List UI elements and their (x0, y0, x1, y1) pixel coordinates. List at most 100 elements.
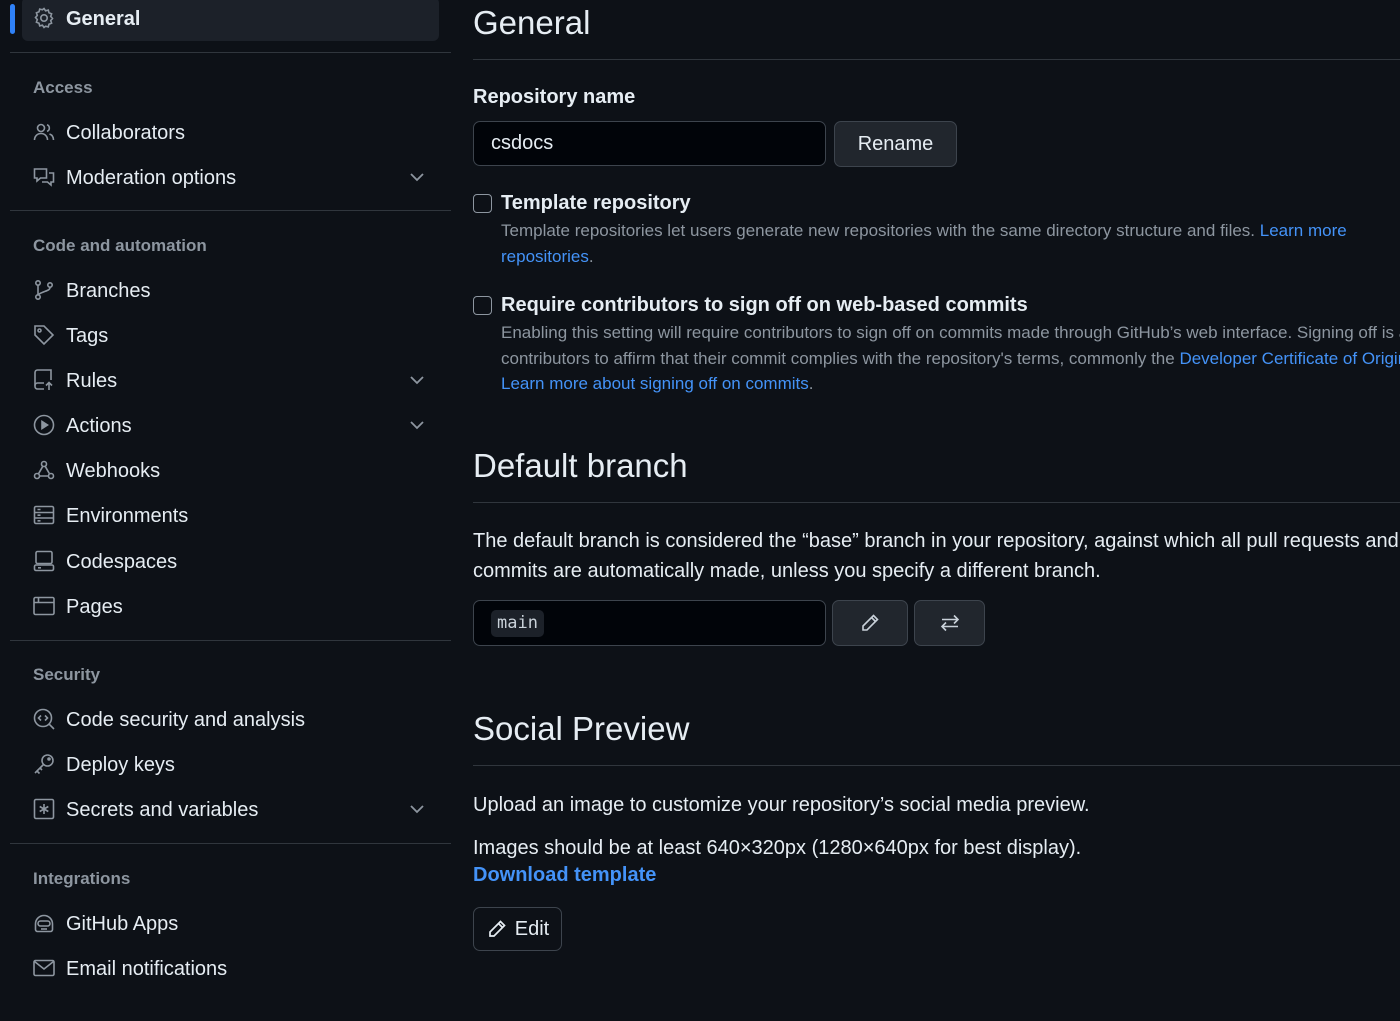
sidebar-item-collaborators[interactable]: Collaborators (22, 111, 439, 155)
template-repository-description: Template repositories let users generate… (501, 218, 1400, 269)
repo-push-icon (32, 368, 56, 392)
section-divider (473, 59, 1400, 60)
signoff-description: Enabling this setting will require contr… (501, 320, 1400, 397)
sidebar-item-general[interactable]: General (22, 0, 439, 41)
browser-icon (32, 594, 56, 618)
sidebar-divider (10, 52, 451, 53)
switch-branch-button[interactable] (914, 600, 985, 646)
template-repository-checkbox[interactable] (473, 194, 492, 213)
edit-button-label: Edit (514, 917, 550, 940)
description-text: Template repositories let users generate… (501, 221, 1260, 240)
active-indicator (10, 4, 15, 34)
sidebar-item-branches[interactable]: Branches (22, 269, 439, 313)
page-title: General (473, 4, 591, 41)
server-icon (32, 503, 56, 527)
social-preview-desc2: Images should be at least 640×320px (128… (473, 837, 1082, 859)
arrow-switch-icon (939, 612, 961, 634)
sidebar-item-email-notifications[interactable]: Email notifications (22, 947, 439, 991)
key-asterisk-icon (32, 797, 56, 821)
settings-main: General Repository name Rename Template … (473, 0, 1400, 1021)
signoff-desc-line2: contributors to affirm that their commit… (501, 348, 1180, 368)
group-heading-code-automation: Code and automation (33, 236, 207, 255)
pencil-icon (486, 918, 515, 940)
default-branch-name: main (491, 610, 544, 637)
sidebar-item-webhooks[interactable]: Webhooks (22, 449, 439, 493)
sidebar-item-label: Branches (66, 280, 151, 302)
description-end: . (808, 374, 814, 393)
social-preview-desc1: Upload an image to customize your reposi… (473, 794, 1090, 816)
sidebar-item-secrets-variables[interactable]: Secrets and variables (22, 788, 439, 832)
chevron-down-icon[interactable] (406, 369, 428, 391)
repo-name-input[interactable] (473, 121, 826, 166)
repo-name-label: Repository name (473, 86, 636, 108)
rename-branch-button[interactable] (832, 600, 908, 646)
group-heading-security: Security (33, 665, 101, 684)
people-icon (32, 120, 56, 144)
section-divider (473, 502, 1400, 503)
sidebar-item-label: Rules (66, 370, 118, 392)
codescan-icon (32, 707, 56, 731)
git-branch-icon (32, 278, 56, 302)
description-end: . (588, 246, 594, 266)
sidebar-item-moderation-options[interactable]: Moderation options (22, 156, 439, 200)
rename-button[interactable]: Rename (834, 121, 957, 167)
section-divider (473, 765, 1400, 766)
sidebar-item-label: Code security and analysis (66, 709, 306, 731)
sidebar-item-rules[interactable]: Rules (22, 359, 439, 403)
default-branch-desc-line2: commits are automatically made, unless y… (473, 560, 1101, 582)
codespaces-icon (32, 549, 56, 573)
sidebar-item-label: Email notifications (66, 958, 228, 980)
signoff-title: Require contributors to sign off on web-… (501, 294, 1028, 316)
sidebar-item-label: Moderation options (66, 167, 237, 189)
sidebar-item-code-security[interactable]: Code security and analysis (22, 698, 439, 742)
play-icon (32, 413, 56, 437)
signoff-checkbox[interactable] (473, 296, 492, 315)
developer-certificate-link[interactable]: Developer Certificate of Origin (1179, 349, 1400, 368)
webhook-icon (32, 458, 56, 482)
tag-icon (32, 323, 56, 347)
sidebar-item-label: General (66, 8, 141, 30)
sidebar-item-codespaces[interactable]: Codespaces (22, 540, 439, 584)
sidebar-item-label: Codespaces (66, 551, 178, 573)
sidebar-item-label: Collaborators (66, 122, 185, 144)
sidebar-item-label: Pages (66, 596, 123, 618)
sidebar-item-actions[interactable]: Actions (22, 404, 439, 448)
mail-icon (32, 956, 56, 980)
sidebar-item-label: Tags (66, 325, 109, 347)
sidebar-item-label: Deploy keys (66, 754, 175, 776)
edit-social-preview-button[interactable]: Edit (473, 907, 562, 951)
sidebar-divider (10, 843, 451, 844)
sidebar-item-deploy-keys[interactable]: Deploy keys (22, 743, 439, 787)
default-branch-desc-line1: The default branch is considered the “ba… (473, 530, 1400, 552)
chevron-down-icon[interactable] (406, 166, 428, 188)
sidebar-item-label: Environments (66, 505, 189, 527)
social-preview-heading: Social Preview (473, 710, 690, 747)
download-template-link[interactable]: Download template (473, 864, 656, 887)
sidebar-item-tags[interactable]: Tags (22, 314, 439, 358)
gear-icon (32, 6, 56, 30)
default-branch-field: main (473, 600, 826, 646)
sidebar-item-github-apps[interactable]: GitHub Apps (22, 902, 439, 946)
learn-more-signoff-link[interactable]: Learn more about signing off on commits (501, 374, 809, 393)
key-icon (32, 752, 56, 776)
default-branch-heading: Default branch (473, 447, 688, 484)
sidebar-item-label: GitHub Apps (66, 913, 179, 935)
hubot-icon (32, 911, 56, 935)
signoff-desc-line1: Enabling this setting will require contr… (501, 323, 1400, 342)
sidebar-item-label: Secrets and variables (66, 799, 259, 821)
pencil-icon (859, 612, 881, 634)
template-repository-title: Template repository (501, 192, 691, 214)
learn-more-template-link-cont[interactable]: repositories (501, 247, 589, 266)
comment-discussion-icon (32, 165, 56, 189)
sidebar-item-pages[interactable]: Pages (22, 585, 439, 629)
sidebar-item-environments[interactable]: Environments (22, 494, 439, 538)
sidebar-divider (10, 640, 451, 641)
learn-more-template-link[interactable]: Learn more (1260, 221, 1347, 240)
sidebar-item-label: Actions (66, 415, 132, 437)
sidebar-divider (10, 210, 451, 211)
chevron-down-icon[interactable] (406, 414, 428, 436)
sidebar-item-label: Webhooks (66, 460, 161, 482)
group-heading-integrations: Integrations (33, 869, 131, 888)
group-heading-access: Access (33, 78, 93, 97)
chevron-down-icon[interactable] (406, 798, 428, 820)
